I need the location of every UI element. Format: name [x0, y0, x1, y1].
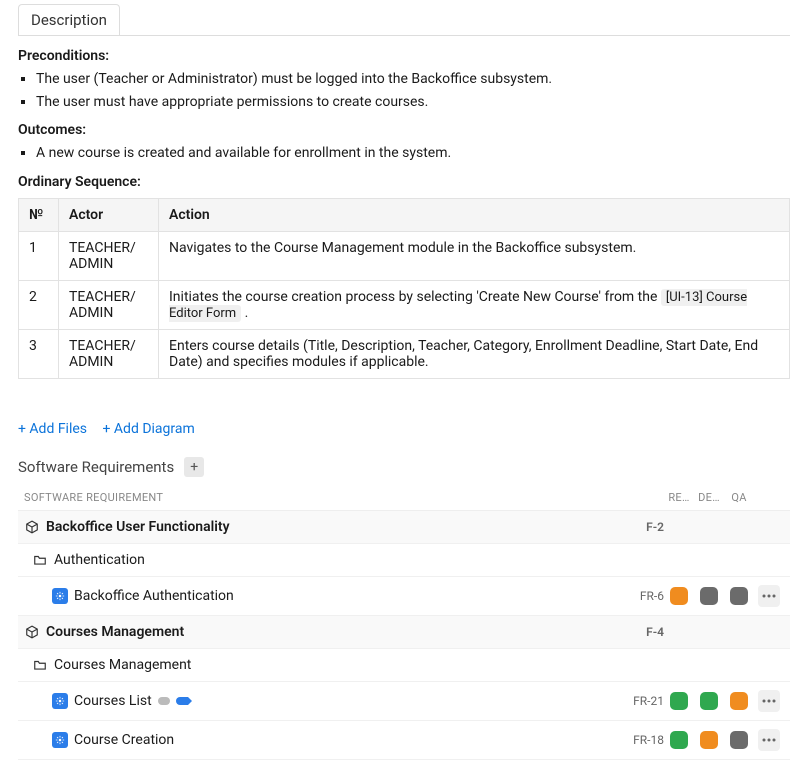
status-dot-re	[670, 587, 688, 605]
item-label: Course Creation	[74, 732, 174, 748]
requirement-group[interactable]: Courses Management F-4	[18, 616, 790, 649]
ordinary-sequence-heading: Ordinary Sequence:	[18, 174, 790, 190]
table-row: 1 TEACHER/ ADMIN Navigates to the Course…	[19, 231, 790, 280]
status-dot-qa	[730, 692, 748, 710]
gear-icon	[52, 588, 68, 604]
requirement-item[interactable]: Backoffice Authentication FR-6	[18, 577, 790, 616]
precondition-item: The user (Teacher or Administrator) must…	[36, 70, 790, 90]
col-re: RE…	[664, 491, 694, 504]
col-actor: Actor	[59, 198, 159, 231]
ordinary-sequence-table: № Actor Action 1 TEACHER/ ADMIN Navigate…	[18, 198, 790, 379]
col-action: Action	[159, 198, 790, 231]
folder-label: Courses Management	[54, 657, 191, 673]
precondition-item: The user must have appropriate permissio…	[36, 93, 790, 113]
tag-pill	[176, 697, 188, 705]
status-dot-re	[670, 731, 688, 749]
description-tab[interactable]: Description	[18, 4, 120, 35]
more-button[interactable]	[758, 585, 780, 607]
add-diagram-link[interactable]: + Add Diagram	[103, 421, 195, 437]
add-files-link[interactable]: + Add Files	[18, 421, 87, 437]
col-de: DE…	[694, 491, 724, 504]
item-label: Courses List	[74, 693, 152, 709]
folder-icon	[32, 552, 48, 568]
requirement-folder[interactable]: Courses Management	[18, 649, 790, 682]
folder-icon	[32, 657, 48, 673]
requirement-item[interactable]: Course Creation FR-18	[18, 721, 790, 760]
status-dot-qa	[730, 731, 748, 749]
gear-icon	[52, 732, 68, 748]
status-dot-qa	[730, 587, 748, 605]
table-row: 2 TEACHER/ ADMIN Initiates the course cr…	[19, 280, 790, 329]
col-num: №	[19, 198, 59, 231]
requirement-id: F-2	[606, 520, 664, 534]
cube-icon	[24, 519, 40, 535]
tag-pill	[158, 697, 170, 705]
requirement-id: FR-21	[606, 694, 664, 708]
requirement-id: FR-18	[606, 733, 664, 747]
status-dot-re	[670, 692, 688, 710]
table-row: 3 TEACHER/ ADMIN Enters course details (…	[19, 329, 790, 378]
group-label: Courses Management	[46, 624, 184, 640]
status-dot-de	[700, 587, 718, 605]
add-requirement-button[interactable]: +	[184, 457, 204, 477]
description-body: Preconditions: The user (Teacher or Admi…	[18, 48, 790, 403]
requirements-grid-header: SOFTWARE REQUIREMENT RE… DE… QA	[18, 485, 790, 511]
col-requirement: SOFTWARE REQUIREMENT	[24, 491, 606, 504]
requirement-item[interactable]: Courses List FR-21	[18, 682, 790, 721]
more-button[interactable]	[758, 729, 780, 751]
requirement-id: F-4	[606, 625, 664, 639]
requirement-id: FR-6	[606, 589, 664, 603]
group-label: Backoffice User Functionality	[46, 519, 230, 535]
preconditions-heading: Preconditions:	[18, 48, 790, 64]
folder-label: Authentication	[54, 552, 145, 568]
status-dot-de	[700, 731, 718, 749]
item-label: Backoffice Authentication	[74, 588, 234, 604]
status-dot-de	[700, 692, 718, 710]
software-requirements-title: Software Requirements	[18, 458, 174, 476]
more-button[interactable]	[758, 690, 780, 712]
requirement-folder[interactable]: Authentication	[18, 544, 790, 577]
cube-icon	[24, 624, 40, 640]
outcome-item: A new course is created and available fo…	[36, 144, 790, 164]
gear-icon	[52, 693, 68, 709]
col-qa: QA	[724, 491, 754, 504]
requirement-group[interactable]: Backoffice User Functionality F-2	[18, 511, 790, 544]
outcomes-heading: Outcomes:	[18, 122, 790, 138]
